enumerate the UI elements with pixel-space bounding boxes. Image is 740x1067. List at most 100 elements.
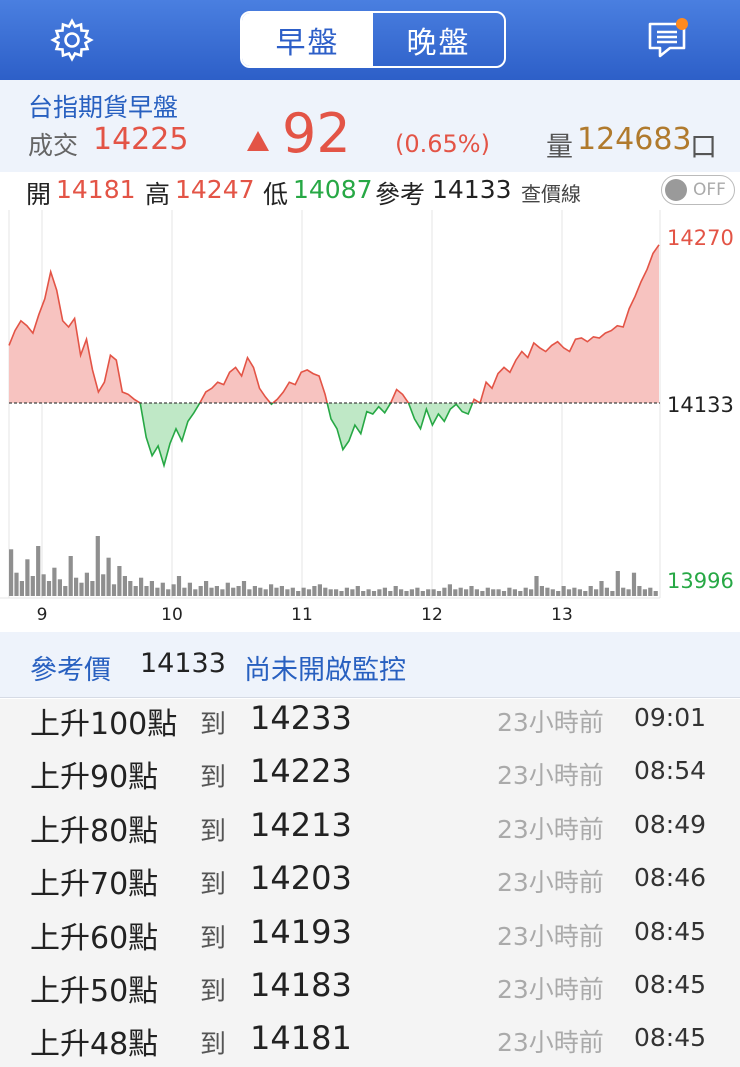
volume-bar xyxy=(556,591,561,596)
alert-ago: 23小時前 xyxy=(497,922,604,951)
x-axis-tick: 12 xyxy=(421,605,443,625)
volume-bar xyxy=(57,579,62,596)
volume-bar xyxy=(388,591,393,596)
volume-bar xyxy=(496,589,501,596)
alert-to: 到 xyxy=(200,870,227,900)
list-item[interactable]: 上升90點 到 14223 23小時前 08:54 xyxy=(0,752,740,805)
list-item[interactable]: 上升80點 到 14213 23小時前 08:49 xyxy=(0,806,740,859)
alert-time: 08:45 xyxy=(634,1023,707,1052)
gear-icon[interactable] xyxy=(50,18,94,62)
volume-bar xyxy=(572,587,577,596)
monitor-ref-label: 參考價 xyxy=(30,655,111,686)
price-change: 92 xyxy=(282,102,351,165)
volume-bar xyxy=(653,591,658,596)
volume-bar xyxy=(577,589,582,596)
alert-time: 08:45 xyxy=(634,970,707,999)
volume-bar xyxy=(25,559,30,596)
alert-direction: 上升60點 xyxy=(30,921,159,956)
volume-bar xyxy=(84,572,89,596)
volume-bar xyxy=(377,589,382,596)
volume-bar xyxy=(139,577,144,596)
volume-bar xyxy=(631,572,637,596)
volume-bar xyxy=(371,591,377,596)
volume-bar xyxy=(648,587,653,596)
y-axis-label: 13996 xyxy=(667,569,734,593)
volume-bar xyxy=(621,587,626,596)
alert-value: 14203 xyxy=(250,859,352,897)
volume-bar xyxy=(171,584,176,596)
volume-bar xyxy=(111,584,117,596)
check-price-line-label: 查價線 xyxy=(521,182,581,206)
volume-bar xyxy=(36,546,41,596)
volume-bar xyxy=(90,581,95,596)
price-line-toggle[interactable]: OFF xyxy=(661,175,735,205)
alert-to: 到 xyxy=(200,710,227,740)
volume-bar xyxy=(426,589,431,596)
volume-bar xyxy=(626,589,631,596)
volume-bar xyxy=(133,586,138,596)
deal-label: 成交 xyxy=(28,131,79,160)
intraday-chart: 14270 14133 13996 9 10 11 12 13 xyxy=(0,210,740,630)
volume-value: 124683 xyxy=(577,122,692,157)
alert-time: 09:01 xyxy=(634,703,707,732)
volume-bar xyxy=(637,586,642,596)
volume-bar xyxy=(485,587,490,596)
alert-value: 14183 xyxy=(250,966,352,1004)
volume-bar xyxy=(182,587,187,596)
volume-bar xyxy=(480,591,485,596)
volume-bar xyxy=(604,587,609,596)
volume-bar xyxy=(106,557,111,596)
list-item[interactable]: 上升60點 到 14193 23小時前 08:45 xyxy=(0,913,740,966)
volume-bar xyxy=(566,589,572,596)
list-item[interactable]: 上升50點 到 14183 23小時前 08:45 xyxy=(0,966,740,1019)
volume-bar xyxy=(474,589,479,596)
x-axis-tick: 13 xyxy=(551,605,573,625)
volume-bar xyxy=(290,587,295,596)
alert-direction: 上升48點 xyxy=(30,1027,159,1062)
volume-bar xyxy=(561,586,566,596)
tab-night-session[interactable]: 晚盤 xyxy=(373,13,504,66)
tab-morning-session[interactable]: 早盤 xyxy=(242,13,373,66)
volume-bar xyxy=(545,587,550,596)
volume-bar xyxy=(68,556,73,596)
volume-bar xyxy=(63,586,68,596)
toggle-knob xyxy=(665,179,687,201)
list-item[interactable]: 上升100點 到 14233 23小時前 09:01 xyxy=(0,699,740,752)
volume-bar xyxy=(523,587,528,596)
notification-badge xyxy=(676,18,688,30)
alert-to: 到 xyxy=(200,977,227,1007)
open-label: 開 xyxy=(26,180,52,209)
volume-bar xyxy=(117,566,122,596)
list-item[interactable]: 上升70點 到 14203 23小時前 08:46 xyxy=(0,859,740,912)
volume-bar xyxy=(176,576,182,596)
deal-price: 14225 xyxy=(93,122,189,157)
alert-value: 14193 xyxy=(250,913,352,951)
high-value: 14247 xyxy=(175,175,255,204)
volume-bar xyxy=(101,574,106,596)
volume-bar xyxy=(382,587,387,596)
volume-bar xyxy=(306,589,312,596)
volume-bar xyxy=(187,582,192,596)
alert-list: 上升100點 到 14233 23小時前 09:01 上升90點 到 14223… xyxy=(0,699,740,1067)
volume-bar xyxy=(79,582,84,596)
volume-bar xyxy=(231,587,236,596)
alert-ago: 23小時前 xyxy=(497,761,604,790)
list-item[interactable]: 上升48點 到 14181 23小時前 08:45 xyxy=(0,1019,740,1067)
alert-ago: 23小時前 xyxy=(497,868,604,897)
low-value: 14087 xyxy=(293,175,373,204)
monitor-status[interactable]: 尚未開啟監控 xyxy=(244,648,406,687)
alert-direction: 上升50點 xyxy=(30,974,159,1009)
volume-bar xyxy=(225,582,230,596)
volume-bar xyxy=(344,587,349,596)
monitor-banner: 參考價 14133 尚未開啟監控 xyxy=(0,632,740,698)
low-label: 低 xyxy=(263,180,289,209)
volume-bar xyxy=(507,587,512,596)
volume-bar xyxy=(274,587,279,596)
volume-bar xyxy=(252,586,257,596)
volume-bar xyxy=(436,591,442,596)
price-change-percent: (0.65%) xyxy=(395,130,490,158)
alert-value: 14233 xyxy=(250,699,352,737)
volume-bar xyxy=(220,589,225,596)
volume-bar xyxy=(166,589,171,596)
volume-bar xyxy=(512,589,517,596)
